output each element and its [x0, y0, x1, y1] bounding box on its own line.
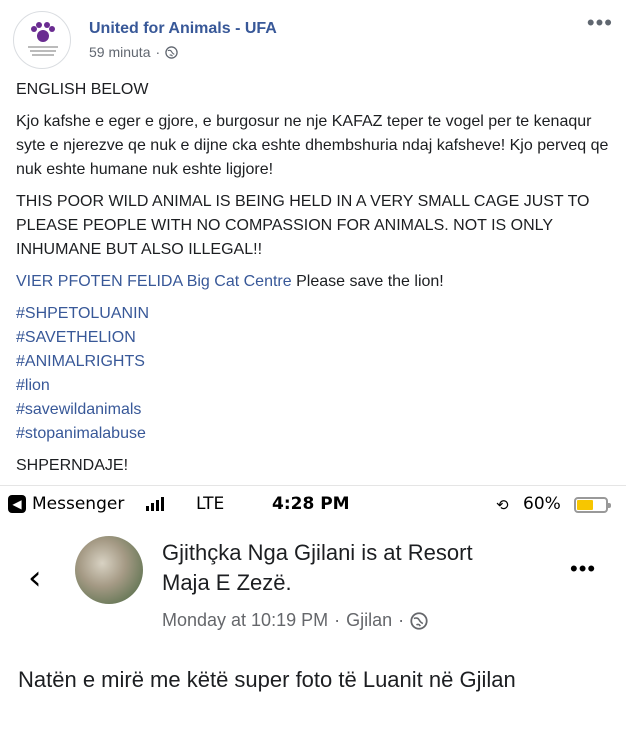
post-image-screenshot[interactable]: ◀ Messenger LTE 4:28 PM ⟲ 60% ‹ Gjithçka…: [0, 485, 626, 733]
inner-post-time: Monday at 10:19 PM: [162, 610, 329, 630]
more-options-icon[interactable]: •••: [587, 11, 613, 35]
hashtag-link[interactable]: #SHPETOLUANIN: [16, 302, 616, 326]
signal-strength-icon: [146, 497, 164, 511]
page-avatar[interactable]: [13, 11, 71, 69]
post-paragraph: SHPERNDAJE!: [16, 457, 129, 474]
battery-icon: [574, 497, 611, 513]
inner-meta-separator: ·: [398, 610, 405, 630]
back-app-label: Messenger: [32, 494, 125, 514]
rotation-lock-icon: ⟲: [496, 496, 509, 514]
back-to-app-icon: ◀: [8, 495, 26, 513]
inner-author-name: Gjithçka Nga Gjilani: [162, 540, 356, 565]
hashtag-link[interactable]: #lion: [16, 374, 616, 398]
inner-meta-separator: ·: [334, 610, 341, 630]
network-type: LTE: [196, 494, 225, 514]
post-body: ENGLISH BELOW Kjo kafshe e eger e gjore,…: [16, 78, 616, 486]
phone-status-bar: ◀ Messenger LTE 4:28 PM ⟲ 60%: [0, 486, 626, 522]
inner-author-avatar: [75, 536, 143, 604]
status-time: 4:28 PM: [272, 494, 350, 514]
inner-post-title: Gjithçka Nga Gjilani is at Resort Maja E…: [162, 538, 522, 598]
meta-separator: ·: [155, 44, 161, 60]
hashtag-list: #SHPETOLUANIN #SAVETHELION #ANIMALRIGHTS…: [16, 302, 616, 446]
globe-icon: [410, 611, 428, 630]
hashtag-link[interactable]: #stopanimalabuse: [16, 422, 616, 446]
inner-more-options-icon: •••: [570, 556, 597, 581]
hashtag-link[interactable]: #SAVETHELION: [16, 326, 616, 350]
inner-post-place: Gjilan: [346, 610, 393, 630]
chevron-left-icon: ‹: [28, 558, 42, 598]
hashtag-link[interactable]: #savewildanimals: [16, 398, 616, 422]
post-header: United for Animals - UFA 59 minuta · •••: [13, 11, 613, 69]
post-paragraph-with-mention: VIER PFOTEN FELIDA Big Cat Centre Please…: [16, 270, 616, 294]
post-paragraph: Kjo kafshe e eger e gjore, e burgosur ne…: [16, 113, 609, 178]
paw-logo-icon: [28, 22, 58, 56]
post-paragraph: ENGLISH BELOW: [16, 81, 149, 98]
post-paragraph: THIS POOR WILD ANIMAL IS BEING HELD IN A…: [16, 193, 590, 258]
inner-post-meta: Monday at 10:19 PM · Gjilan ·: [162, 610, 428, 631]
globe-icon[interactable]: [165, 45, 178, 59]
post-meta: 59 minuta ·: [89, 44, 178, 60]
inner-connector: is at: [355, 540, 408, 565]
post-timestamp[interactable]: 59 minuta: [89, 44, 150, 60]
mention-followup-text: Please save the lion!: [291, 273, 444, 290]
inner-post-text: Natën e mirë me këtë super foto të Luani…: [18, 667, 516, 692]
hashtag-link[interactable]: #ANIMALRIGHTS: [16, 350, 616, 374]
battery-percent: 60%: [523, 494, 561, 514]
page-mention-link[interactable]: VIER PFOTEN FELIDA Big Cat Centre: [16, 273, 292, 290]
page-name-link[interactable]: United for Animals - UFA: [89, 20, 277, 38]
